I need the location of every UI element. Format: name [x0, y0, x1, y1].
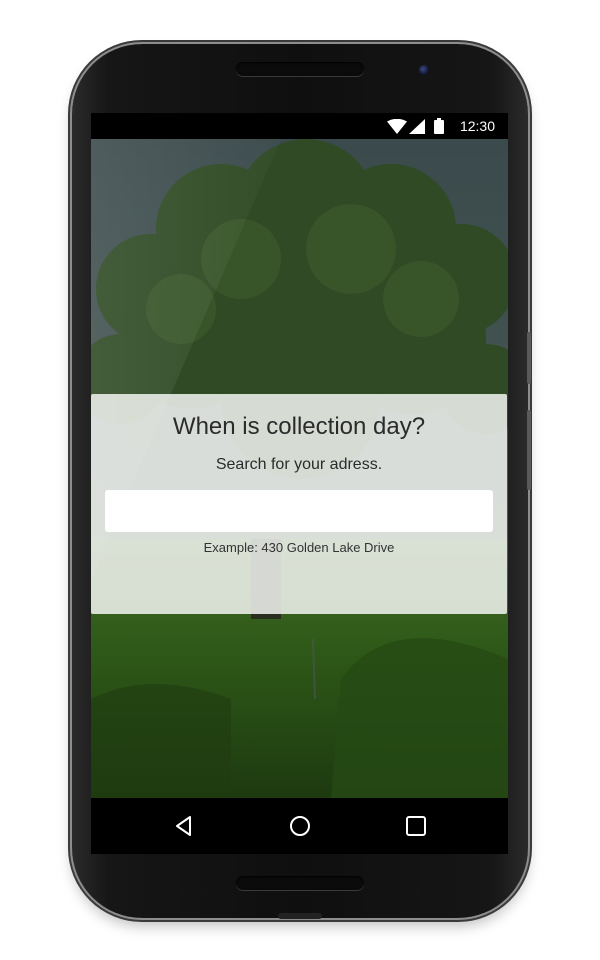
status-bar: 12:30 — [91, 113, 508, 139]
power-button — [527, 332, 531, 384]
battery-icon — [434, 118, 444, 134]
recents-icon[interactable] — [402, 812, 430, 840]
collection-card: When is collection day? Search for your … — [91, 394, 507, 614]
back-icon[interactable] — [170, 812, 198, 840]
bottom-speaker — [236, 876, 364, 890]
usb-port — [278, 913, 322, 919]
card-subtitle: Search for your adress. — [215, 456, 383, 473]
signal-icon — [409, 119, 425, 134]
volume-button — [527, 410, 531, 490]
navigation-bar — [91, 798, 508, 854]
top-speaker — [236, 62, 364, 76]
status-time: 12:30 — [459, 118, 495, 134]
address-search-input[interactable] — [105, 490, 493, 532]
example-hint: Example: 430 Golden Lake Drive — [203, 540, 395, 555]
front-camera — [419, 65, 429, 75]
card-title: When is collection day? — [172, 413, 426, 440]
home-icon[interactable] — [286, 812, 314, 840]
phone-screen: 12:30 When is collection day? Search for… — [91, 113, 508, 854]
wifi-icon — [387, 119, 407, 134]
